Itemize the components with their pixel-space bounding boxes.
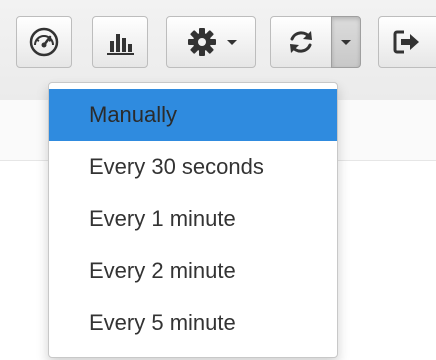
refresh-icon: [285, 26, 317, 58]
refresh-button[interactable]: [270, 16, 332, 68]
dashboard-button[interactable]: [16, 16, 72, 68]
bar-chart-icon: [105, 27, 135, 57]
menu-item-every-5-minute[interactable]: Every 5 minute: [49, 297, 337, 349]
refresh-interval-toggle[interactable]: [331, 16, 361, 68]
refresh-interval-menu: Manually Every 30 seconds Every 1 minute…: [48, 82, 338, 358]
settings-button[interactable]: [166, 16, 256, 68]
menu-item-every-2-minute[interactable]: Every 2 minute: [49, 245, 337, 297]
chevron-down-icon: [341, 39, 351, 45]
menu-item-every-30-seconds[interactable]: Every 30 seconds: [49, 141, 337, 193]
gear-icon: [185, 25, 219, 59]
statistics-button[interactable]: [92, 16, 148, 68]
menu-item-manually[interactable]: Manually: [49, 89, 337, 141]
app-frame: Manually Every 30 seconds Every 1 minute…: [0, 0, 436, 360]
sign-out-icon: [391, 27, 421, 57]
menu-item-every-1-minute[interactable]: Every 1 minute: [49, 193, 337, 245]
chevron-down-icon: [227, 39, 237, 45]
speedometer-icon: [28, 26, 60, 58]
logout-button[interactable]: [378, 16, 436, 68]
